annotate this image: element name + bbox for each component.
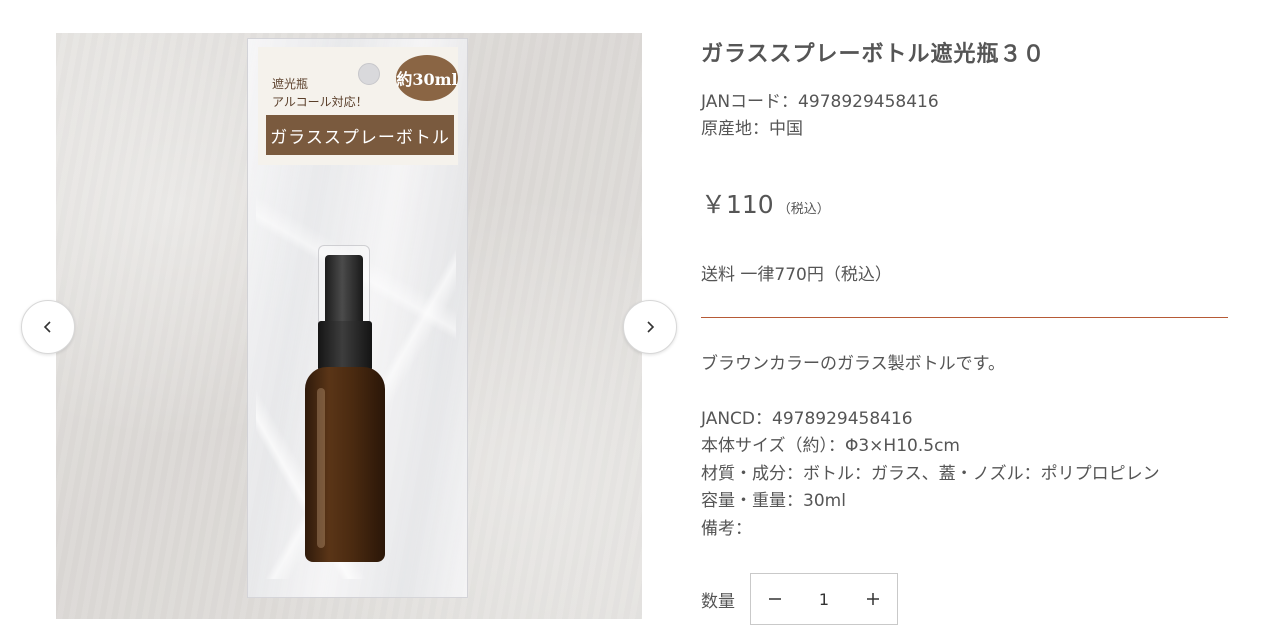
chevron-left-icon [43, 321, 51, 333]
bottle-collar [318, 321, 372, 371]
bottle-sprayer [325, 255, 363, 325]
carousel-prev-button[interactable] [21, 300, 75, 354]
description-line [701, 379, 1160, 406]
package-size-badge: 約30ml [396, 55, 458, 101]
jan-code: JANコード：4978929458416 [701, 92, 939, 112]
price-amount: ￥110 [701, 190, 774, 219]
package-tagline-1: 遮光瓶 [272, 77, 309, 91]
description-line: ブラウンカラーのガラス製ボトルです。 [701, 354, 1005, 374]
description-line: 本体サイズ（約）：Φ3×H10.5cm [701, 436, 960, 456]
product-description: ブラウンカラーのガラス製ボトルです。 JANCD：4978929458416 本… [701, 351, 1160, 543]
quantity-decrease-button[interactable] [751, 574, 799, 624]
product-image-gallery[interactable]: 遮光瓶 アルコール対応！ 約30ml ガラススプレーボトル [56, 33, 642, 619]
shipping-info: 送料 一律770円（税込） [701, 265, 892, 285]
package-header-card: 遮光瓶 アルコール対応！ 約30ml ガラススプレーボトル [258, 47, 458, 165]
product-meta: JANコード：4978929458416 原産地：中国 [701, 89, 939, 143]
description-line: JANCD：4978929458416 [701, 408, 913, 429]
quantity-label: 数量 [701, 591, 735, 612]
origin: 原産地：中国 [701, 119, 803, 139]
bottle-highlight [317, 388, 325, 548]
quantity-stepper [750, 573, 898, 625]
description-line: 容量・重量：30ml [701, 491, 846, 511]
package-tagline-2: アルコール対応！ [272, 95, 368, 109]
price-tax-note: （税込） [777, 202, 830, 217]
package-tagline: 遮光瓶 アルコール対応！ [272, 75, 392, 111]
chevron-right-icon [647, 321, 655, 333]
product-price: ￥110 （税込） [701, 185, 830, 221]
quantity-row: 数量 [701, 573, 898, 625]
package-name-band: ガラススプレーボトル [266, 115, 454, 155]
quantity-increase-button[interactable] [849, 574, 897, 624]
carousel-next-button[interactable] [623, 300, 677, 354]
description-line: 材質・成分：ボトル：ガラス、蓋・ノズル：ポリプロピレン [701, 463, 1160, 484]
minus-icon [769, 598, 781, 600]
plus-icon [867, 593, 879, 605]
divider [701, 317, 1228, 318]
product-title: ガラススプレーボトル遮光瓶３０ [701, 42, 1046, 67]
quantity-input[interactable] [799, 589, 849, 609]
description-line: 備考： [701, 518, 752, 539]
